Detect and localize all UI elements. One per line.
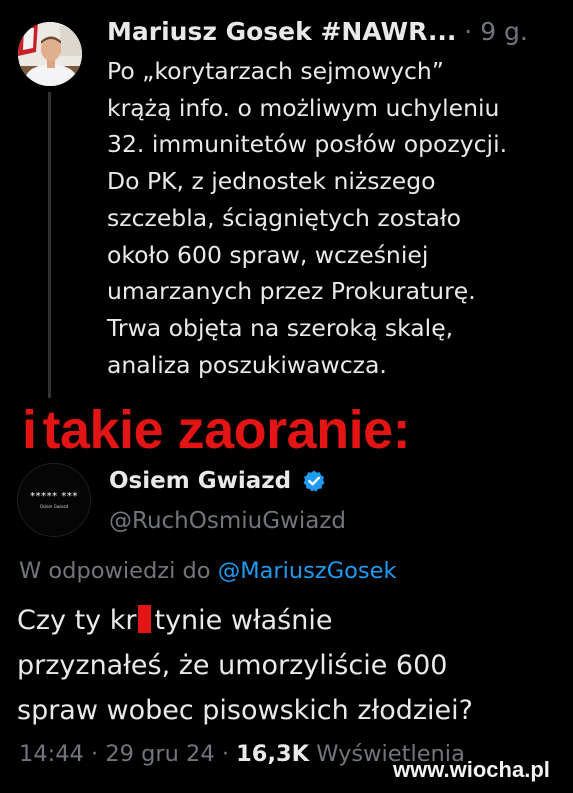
reply-text-line: Czy ty kr tynie właśnie	[17, 598, 567, 643]
replying-to-label: W odpowiedzi do	[19, 558, 211, 584]
tweet-text-line: Trwa objęta na szeroką skalę,	[107, 313, 454, 342]
reply-time[interactable]: 14:44	[19, 741, 84, 767]
site-watermark: www.wiocha.pl	[393, 757, 550, 782]
tweet-reply[interactable]: ***** *** Osiem Gwiazd Osiem Gwiazd @Ruc…	[0, 455, 573, 793]
reply-text-line: przyznałeś, że umorzyliście 600	[17, 650, 448, 681]
reply-date[interactable]: 29 gru 24	[105, 741, 214, 767]
avatar-photo-illustration	[18, 22, 82, 86]
tweet-text-line: około 600 spraw, wcześniej	[107, 240, 429, 269]
tweet-original-header: Mariusz Gosek #NAWR... · 9 g.	[107, 14, 528, 50]
header-separator: ·	[464, 17, 473, 46]
avatar-subtitle-text: Osiem Gwiazd	[39, 504, 69, 509]
overlay-caption-part-2: takie zaoranie:	[42, 400, 411, 460]
replying-to-mention-link[interactable]: @MariuszGosek	[218, 558, 397, 584]
tweet-text-line: umarzanych przez Prokuraturę.	[107, 277, 476, 306]
timestamp-relative[interactable]: 9 g.	[480, 17, 528, 46]
reply-text-fragment: tynie właśnie	[154, 605, 333, 636]
avatar-stars-text: ***** ***	[30, 491, 78, 502]
reply-author-name[interactable]: Osiem Gwiazd	[109, 468, 291, 494]
reply-author-handle[interactable]: @RuchOsmiuGwiazd	[109, 505, 346, 537]
meta-separator: ·	[91, 741, 99, 767]
avatar-mariusz-gosek[interactable]	[18, 22, 82, 86]
thread-connector-line	[48, 92, 51, 398]
tweet-text-line: szczebla, ściągniętych zostało	[107, 203, 462, 232]
tweet-text-line: analiza poszukiwawcza.	[107, 350, 387, 379]
avatar-osiem-gwiazd[interactable]: ***** *** Osiem Gwiazd	[17, 463, 91, 537]
tweet-text-line: krążą info. o możliwym uchyleniu	[107, 93, 500, 122]
views-count: 16,3K	[236, 741, 310, 767]
reply-text-line: spraw wobec pisowskich złodziei?	[17, 695, 473, 726]
tweet-original-text: Po „korytarzach sejmowych” krążą info. o…	[107, 53, 567, 383]
overlay-caption-part-1: i	[22, 400, 37, 460]
overlay-caption: i takie zaoranie:	[22, 400, 411, 460]
tweet-original[interactable]: Mariusz Gosek #NAWR... · 9 g. Po „koryta…	[0, 0, 573, 400]
tweet-text-line: Po „korytarzach sejmowych”	[107, 57, 444, 85]
replying-to-line: W odpowiedzi do @MariuszGosek	[19, 554, 397, 588]
reply-text: Czy ty kr tynie właśnie przyznałeś, że um…	[17, 598, 567, 733]
censor-bar	[138, 605, 152, 633]
verified-badge-icon	[303, 470, 325, 492]
reply-author-row: Osiem Gwiazd	[109, 468, 326, 500]
tweet-text-line: Do PK, z jednostek niższego	[107, 167, 436, 196]
meta-separator: ·	[221, 741, 229, 767]
reply-text-fragment: Czy ty kr	[17, 605, 137, 636]
author-name[interactable]: Mariusz Gosek #NAWR...	[107, 17, 456, 46]
tweet-text-line: 32. immunitetów posłów opozycji.	[107, 130, 508, 159]
